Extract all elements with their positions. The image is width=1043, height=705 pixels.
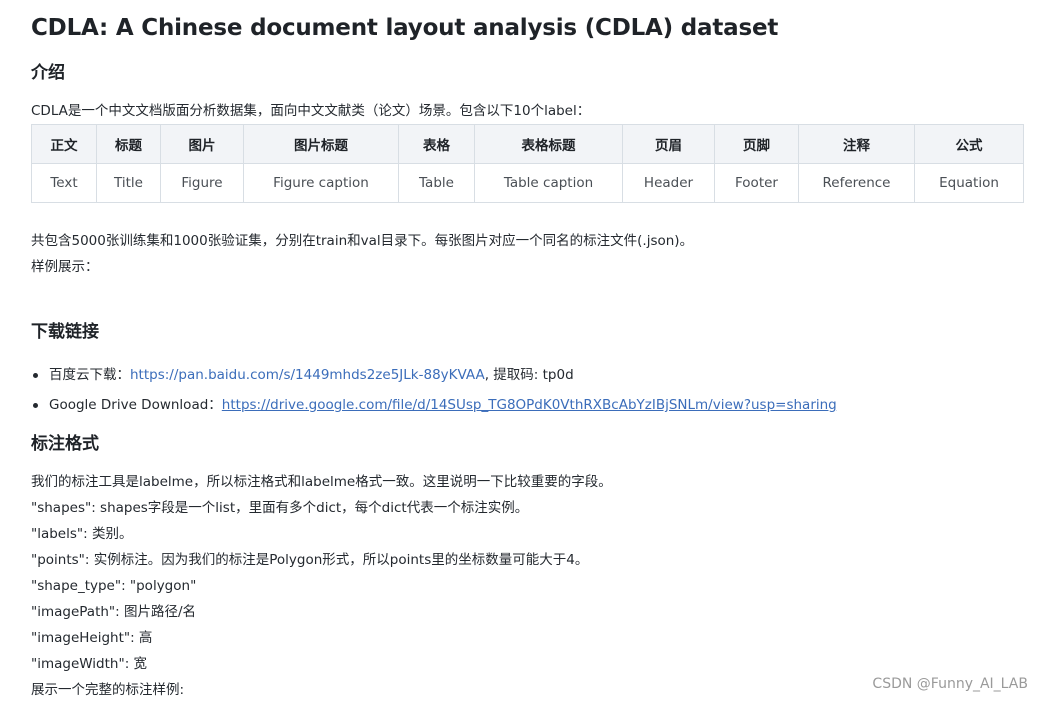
bullet-icon bbox=[33, 373, 38, 378]
format-heading: 标注格式 bbox=[31, 434, 99, 454]
list-item: Google Drive Download：https://drive.goog… bbox=[31, 394, 1023, 424]
csdn-watermark: CSDN @Funny_AI_LAB bbox=[872, 676, 1028, 692]
table-header-cell: 图片标题 bbox=[243, 124, 399, 164]
table-header-cell: 标题 bbox=[96, 124, 161, 164]
baidu-code: , 提取码: tp0d bbox=[484, 367, 574, 383]
format-line: "labels": 类别。 bbox=[31, 526, 133, 542]
table-header-cell: 正文 bbox=[31, 124, 97, 164]
baidu-prefix: 百度云下载： bbox=[49, 367, 130, 383]
download-list: 百度云下载：https://pan.baidu.com/s/1449mhds2z… bbox=[31, 364, 1023, 424]
page-title: CDLA: A Chinese document layout analysis… bbox=[31, 15, 779, 41]
format-line: "imageWidth": 宽 bbox=[31, 656, 148, 672]
table-header-cell: 图片 bbox=[160, 124, 244, 164]
table-header-cell: 公式 bbox=[914, 124, 1024, 164]
format-line: 展示一个完整的标注样例: bbox=[31, 682, 185, 698]
google-drive-link[interactable]: https://drive.google.com/file/d/14SUsp_T… bbox=[222, 397, 837, 413]
dataset-info-text: 共包含5000张训练集和1000张验证集，分别在train和val目录下。每张图… bbox=[31, 233, 694, 249]
table-cell: Figure caption bbox=[243, 163, 399, 203]
table-cell: Equation bbox=[914, 163, 1024, 203]
table-header-cell: 表格 bbox=[398, 124, 475, 164]
format-line: 我们的标注工具是labelme，所以标注格式和labelme格式一致。这里说明一… bbox=[31, 474, 612, 490]
table-header-cell: 注释 bbox=[798, 124, 915, 164]
table-cell: Header bbox=[622, 163, 715, 203]
table-cell: Title bbox=[96, 163, 161, 203]
table-header-row: 正文 标题 图片 图片标题 表格 表格标题 页眉 页脚 注释 公式 bbox=[31, 124, 1024, 164]
table-cell: Table bbox=[398, 163, 475, 203]
format-line: "imagePath": 图片路径/名 bbox=[31, 604, 197, 620]
table-cell: Table caption bbox=[474, 163, 623, 203]
format-line: "imageHeight": 高 bbox=[31, 630, 153, 646]
label-table: 正文 标题 图片 图片标题 表格 表格标题 页眉 页脚 注释 公式 Text T… bbox=[31, 124, 1024, 203]
baidu-download-link[interactable]: https://pan.baidu.com/s/1449mhds2ze5JLk-… bbox=[130, 367, 485, 383]
intro-heading: 介绍 bbox=[31, 63, 65, 83]
table-cell: Figure bbox=[160, 163, 244, 203]
google-prefix: Google Drive Download： bbox=[49, 397, 222, 413]
table-cell: Footer bbox=[714, 163, 799, 203]
download-heading: 下载链接 bbox=[31, 322, 99, 342]
list-item: 百度云下载：https://pan.baidu.com/s/1449mhds2z… bbox=[31, 364, 1023, 394]
bullet-icon bbox=[33, 403, 38, 408]
intro-text: CDLA是一个中文文档版面分析数据集，面向中文文献类（论文）场景。包含以下10个… bbox=[31, 103, 591, 119]
table-cell: Text bbox=[31, 163, 97, 203]
table-header-cell: 表格标题 bbox=[474, 124, 623, 164]
table-cell: Reference bbox=[798, 163, 915, 203]
format-line: "shape_type": "polygon" bbox=[31, 578, 197, 594]
format-line: "shapes": shapes字段是一个list，里面有多个dict，每个di… bbox=[31, 500, 529, 516]
format-line: "points": 实例标注。因为我们的标注是Polygon形式，所以point… bbox=[31, 552, 589, 568]
table-row: Text Title Figure Figure caption Table T… bbox=[31, 163, 1024, 203]
table-header-cell: 页眉 bbox=[622, 124, 715, 164]
sample-label: 样例展示： bbox=[31, 259, 99, 275]
table-header-cell: 页脚 bbox=[714, 124, 799, 164]
